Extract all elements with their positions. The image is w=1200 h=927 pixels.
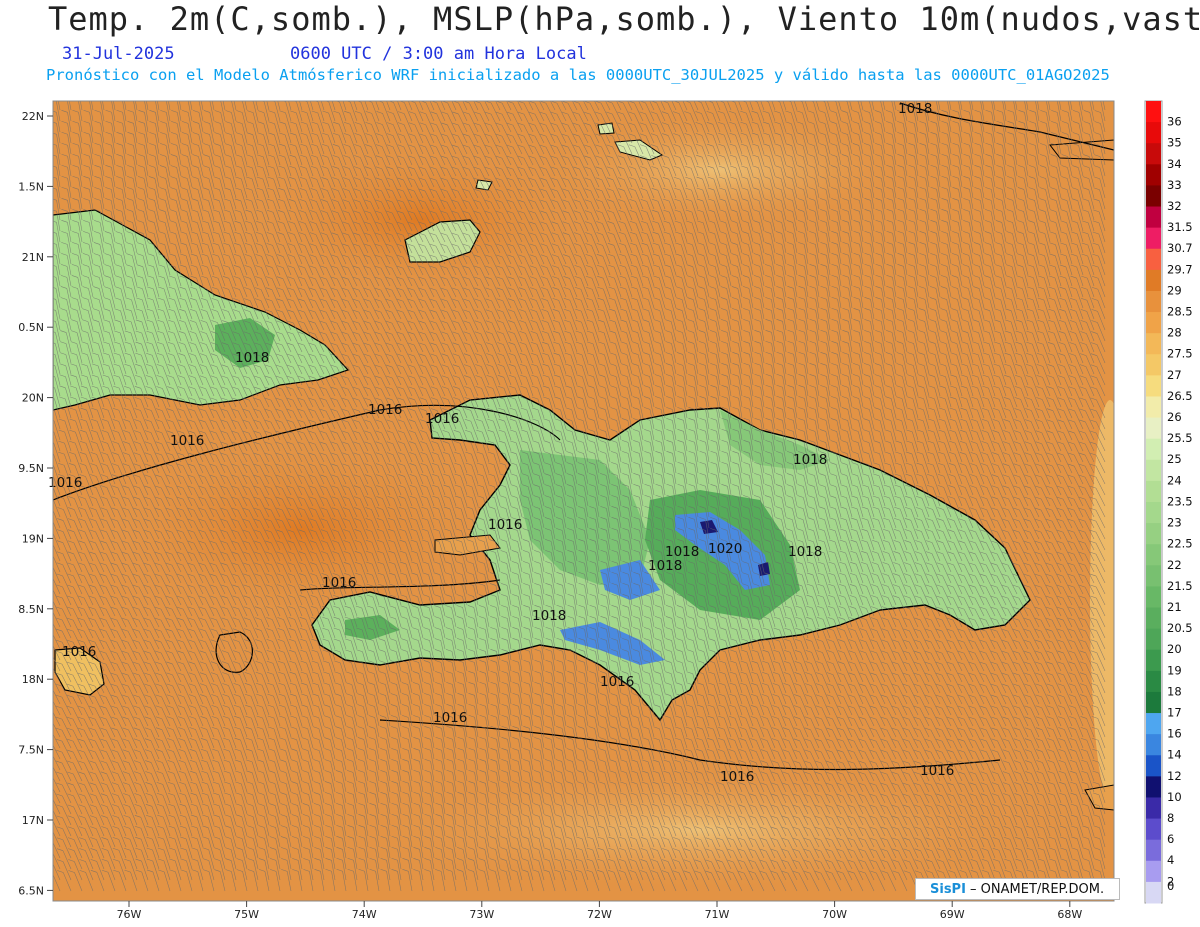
wind-barb-flag bbox=[1062, 88, 1068, 90]
wind-barb-flag bbox=[975, 88, 981, 90]
wind-barb-flag bbox=[662, 90, 668, 92]
wind-barb-flag bbox=[729, 89, 735, 91]
wind-barb-flag bbox=[897, 88, 903, 90]
wind-barb-flag bbox=[301, 89, 307, 91]
wind-barb-flag bbox=[617, 90, 623, 92]
wind-barb-flag bbox=[496, 90, 502, 92]
wind-barb-flag bbox=[584, 90, 590, 92]
wind-barb-flag bbox=[442, 90, 448, 92]
wind-barb-flag bbox=[819, 89, 825, 91]
wind-barb-flag bbox=[160, 88, 166, 90]
wind-barb-flag bbox=[606, 90, 612, 92]
wind-barb-flag bbox=[258, 89, 264, 91]
wind-barb-flag bbox=[95, 88, 101, 90]
wind-barb-flag bbox=[863, 89, 869, 91]
wind-barb-flag bbox=[50, 88, 56, 90]
wind-barb-flag bbox=[355, 89, 361, 91]
plot-area bbox=[53, 101, 1114, 901]
wind-barb-flag bbox=[1084, 88, 1090, 90]
wind-barb-flag bbox=[61, 88, 67, 90]
wind-barb-flag bbox=[204, 88, 210, 90]
wind-barb-flag bbox=[628, 90, 634, 92]
wind-barb-flag bbox=[886, 88, 892, 90]
wind-barb-flag bbox=[562, 90, 568, 92]
wind-barb-flag bbox=[595, 90, 601, 92]
wind-barb-flag bbox=[72, 88, 78, 90]
wind-barb-flag bbox=[807, 89, 813, 91]
wind-barb-flag bbox=[334, 89, 340, 91]
wind-barb-flag bbox=[420, 90, 426, 92]
wind-barb-flag bbox=[774, 89, 780, 91]
wind-barb-flag bbox=[485, 90, 491, 92]
wind-barb-flag bbox=[997, 88, 1003, 90]
wind-barb-flag bbox=[150, 88, 156, 90]
wind-barb-flag bbox=[875, 89, 881, 91]
wind-barb-flag bbox=[1019, 88, 1025, 90]
wind-barb-flag bbox=[247, 89, 253, 91]
wind-barb-flag bbox=[193, 88, 199, 90]
wind-barb-flag bbox=[366, 89, 372, 91]
wind-barb-flag bbox=[573, 90, 579, 92]
wind-barb-flag bbox=[280, 89, 286, 91]
wind-barb-flag bbox=[128, 88, 134, 90]
wind-barb-flag bbox=[139, 88, 145, 90]
wind-barb-flag bbox=[706, 90, 712, 92]
wind-barb-flag bbox=[431, 90, 437, 92]
wind-barb-flag bbox=[215, 88, 221, 90]
wind-barb-flag bbox=[84, 88, 90, 90]
wind-barb-flag bbox=[540, 90, 546, 92]
wind-barb-flag bbox=[841, 89, 847, 91]
wind-barb-flag bbox=[695, 90, 701, 92]
wind-barb-flag bbox=[1008, 88, 1014, 90]
wind-barb-flag bbox=[182, 88, 188, 90]
wind-barb-flag bbox=[796, 89, 802, 91]
wind-barb-flag bbox=[1095, 88, 1101, 90]
wind-barb-flag bbox=[986, 88, 992, 90]
wind-barb-flag bbox=[453, 90, 459, 92]
wind-barb-flag bbox=[106, 88, 112, 90]
wind-barb-flag bbox=[551, 90, 557, 92]
wind-barb-flag bbox=[117, 88, 123, 90]
wind-barb-flag bbox=[345, 89, 351, 91]
wind-barb-flag bbox=[269, 89, 275, 91]
wind-barb-flag bbox=[1040, 88, 1046, 90]
wind-barb-flag bbox=[1051, 88, 1057, 90]
wind-barb-flag bbox=[830, 89, 836, 91]
wind-barb-flag bbox=[409, 90, 415, 92]
wind-barb-flag bbox=[323, 89, 329, 91]
wind-barb-flag bbox=[751, 89, 757, 91]
wind-barb-flag bbox=[952, 88, 958, 90]
wind-barb-flag bbox=[639, 90, 645, 92]
wind-barb-flag bbox=[237, 88, 243, 90]
wind-barb-flag bbox=[852, 89, 858, 91]
wind-barb-flag bbox=[964, 88, 970, 90]
wind-barb-flag bbox=[463, 90, 469, 92]
wind-barb-flag bbox=[398, 89, 404, 91]
wind-barb-flag bbox=[673, 90, 679, 92]
wind-barb-flag bbox=[226, 88, 232, 90]
wind-barb-flag bbox=[684, 90, 690, 92]
wind-barb-flag bbox=[377, 89, 383, 91]
wind-barb-flag bbox=[718, 89, 724, 91]
wind-barb-flag bbox=[740, 89, 746, 91]
wind-barb-flag bbox=[930, 88, 936, 90]
wind-barb-flag bbox=[529, 90, 535, 92]
wind-barb-flag bbox=[1030, 88, 1036, 90]
wind-barb-flag bbox=[762, 89, 768, 91]
wind-barb-flag bbox=[312, 89, 318, 91]
wind-barb-flag bbox=[919, 88, 925, 90]
wind-barb-flag bbox=[785, 89, 791, 91]
wind-barb-flag bbox=[507, 90, 513, 92]
wind-barb-flag bbox=[518, 90, 524, 92]
wind-barb-flag bbox=[291, 89, 297, 91]
wind-barb-flag bbox=[651, 90, 657, 92]
cool-water-edge bbox=[1090, 400, 1114, 800]
wind-barb-flag bbox=[171, 88, 177, 90]
wind-barb-flag bbox=[941, 88, 947, 90]
wind-barb-flag bbox=[1073, 88, 1079, 90]
wind-barb-flag bbox=[908, 88, 914, 90]
wind-barb-flag bbox=[474, 90, 480, 92]
weather-map: 1018 1018 1016 1016 1016 1016 1018 1016 … bbox=[18, 88, 1193, 921]
wind-barb-flag bbox=[388, 89, 394, 91]
